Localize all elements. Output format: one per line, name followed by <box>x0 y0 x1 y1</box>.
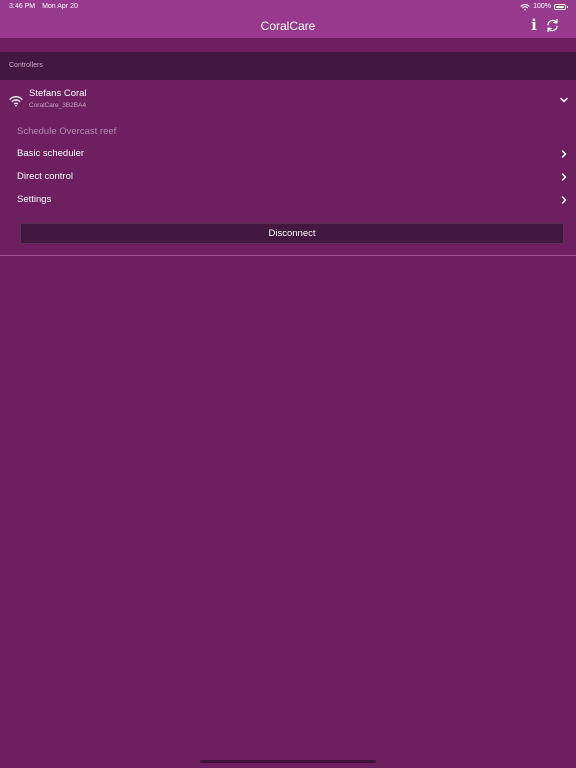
status-bar: 3:46 PM Mon Apr 20 100% <box>0 0 576 14</box>
page-title: CoralCare <box>260 19 316 33</box>
section-header: Controllers <box>0 52 576 80</box>
info-icon[interactable]: i <box>528 16 540 34</box>
wifi-icon <box>9 96 23 107</box>
menu-item-settings[interactable]: Settings <box>0 189 576 211</box>
schedule-label: Schedule Overcast reef <box>17 126 117 137</box>
menu-item-label: Direct control <box>17 171 73 182</box>
controller-id: CoralCare_3B2BA4 <box>29 102 87 109</box>
battery-icon <box>554 4 568 10</box>
status-right: 100% <box>520 0 568 14</box>
chevron-down-icon[interactable] <box>559 95 569 105</box>
status-wifi-icon <box>520 4 530 11</box>
status-date: Mon Apr 20 <box>42 3 78 10</box>
menu-item-basic-scheduler[interactable]: Basic scheduler <box>0 143 576 165</box>
chevron-right-icon <box>561 150 567 158</box>
spacer-band <box>0 38 576 52</box>
controller-row[interactable]: Stefans Coral CoralCare_3B2BA4 <box>0 80 576 120</box>
controller-name: Stefans Coral <box>29 88 87 99</box>
section-header-label: Controllers <box>9 62 43 69</box>
menu-item-label: Basic scheduler <box>17 148 85 159</box>
chevron-right-icon <box>561 196 567 204</box>
refresh-icon[interactable] <box>543 16 561 34</box>
battery-fill <box>556 6 564 8</box>
menu-item-direct-control[interactable]: Direct control <box>0 166 576 188</box>
disconnect-button[interactable]: Disconnect <box>20 223 564 244</box>
chevron-right-icon <box>561 173 567 181</box>
status-left: 3:46 PM Mon Apr 20 <box>9 0 78 14</box>
menu-item-label: Settings <box>17 194 52 205</box>
home-indicator[interactable] <box>200 760 376 763</box>
divider <box>0 255 576 256</box>
refresh-icon-graphic <box>546 18 558 32</box>
navigation-bar: CoralCare i <box>0 14 576 38</box>
battery-percentage: 100% <box>533 3 551 10</box>
status-time: 3:46 PM <box>9 3 36 10</box>
